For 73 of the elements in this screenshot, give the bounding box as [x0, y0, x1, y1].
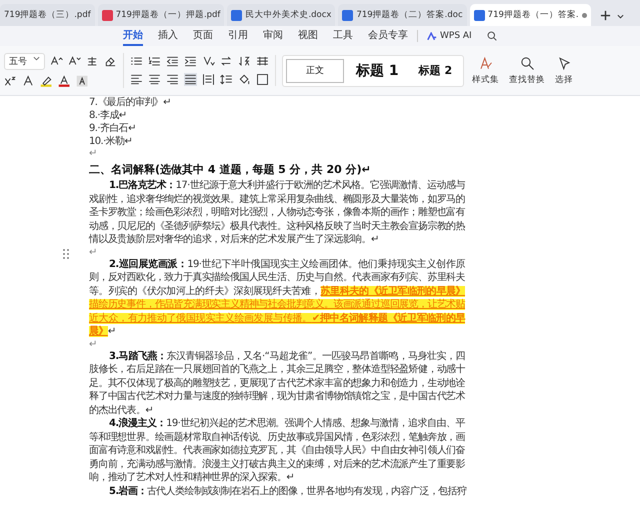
brush-letter-icon: [478, 56, 494, 70]
ribbon-tab[interactable]: 引用: [228, 26, 248, 46]
search-icon[interactable]: [486, 31, 497, 41]
document-tab[interactable]: 719押题卷（三）.pdf: [0, 4, 95, 26]
tab-label: 719押题卷（三）.pdf: [4, 9, 91, 21]
word-file-icon: [342, 10, 354, 20]
paragraph-mark: ↵: [89, 148, 98, 159]
border-icon[interactable]: [256, 73, 269, 86]
word-file-icon: [231, 10, 242, 20]
phonetic-icon[interactable]: [86, 55, 99, 68]
ribbon-tab[interactable]: 页面: [193, 26, 213, 46]
search-icon: [520, 56, 535, 70]
ribbon-tab[interactable]: 视图: [298, 26, 318, 46]
tab-label: 民大中外美术史.docx: [245, 9, 332, 21]
chevron-down-icon[interactable]: [616, 13, 624, 20]
columns-icon[interactable]: [256, 55, 269, 68]
definition-paragraph: 3.马踏飞燕：东汉青铜器珍品，又名·“马超龙雀”。一匹骏马昂首嘶鸣，马身壮实，四肢修长，右后足踏在一只展翅回首的飞燕之上，其余三足腾空，整体造型轻盈矫健，动感十足。其不仅体现了极高的雕塑技艺，更展现了古代艺术家丰富的想象力和创造力，生动地诠释了中国古代艺术对力量与速度的独特理解，现为甘肃省博物馆镇馆之宝，是中国古代艺术的杰出代表。↵: [89, 350, 465, 417]
ribbon-button[interactable]: 样式集: [470, 56, 502, 86]
paint-bucket-icon[interactable]: [238, 73, 251, 86]
paragraph-mark: ↵: [89, 338, 98, 350]
definition-paragraph: 1.巴洛克艺术：17·世纪源于意大利并盛行于欧洲的艺术风格。它强调激情、运动感与戏剧性，追求奢华绚烂的视觉效果。建筑上常采用复杂曲线、椭圆形及大量装饰，如罗马的圣卡罗教堂；绘画色彩浓烈，明暗对比强烈，人物动态夸张，像鲁本斯的画作；雕塑也富有动感，贝尼尼的《圣德列萨祭坛》极具代表性。这种风格反映了当时天主教会宣扬宗教的热情以及贵族阶层对奢华的追求，对后来的艺术发展产生了深远影响。↵: [89, 179, 465, 246]
document-tab[interactable]: 民大中外美术史.docx: [227, 4, 336, 26]
list-item: 8.·李成↵: [89, 109, 128, 122]
indent-icon[interactable]: [184, 55, 197, 68]
text-effect-icon[interactable]: [22, 75, 35, 88]
numbered-list-icon[interactable]: [148, 55, 161, 68]
drag-handle-icon[interactable]: [62, 248, 70, 260]
ribbon-button[interactable]: 选择: [553, 56, 576, 86]
tab-label: 719押题卷（一）押题.pdf: [116, 9, 220, 21]
word-file-icon: [474, 10, 485, 20]
document-tab[interactable]: 719押题卷（一）押题.pdf: [98, 4, 224, 26]
definition-paragraph: 5.岩画：古代人类绘制或刻制在岩石上的图像，世界各地均有发现，内容广泛，包括狩: [108, 484, 465, 498]
swap-icon[interactable]: [220, 55, 233, 68]
list-item: 9.·齐白石↵: [89, 122, 137, 135]
eraser-icon[interactable]: [104, 55, 117, 68]
font-size-dropdown[interactable]: 五号: [4, 53, 45, 70]
pointer-icon: [556, 56, 572, 70]
ai-button[interactable]: WPS AI: [427, 31, 472, 41]
outdent-icon[interactable]: [166, 55, 179, 68]
style-option[interactable]: 标题 2: [410, 58, 460, 82]
section-heading: 二、名词解释(选做其中 4 道题，每题 5 分，共 20 分)↵: [89, 162, 372, 177]
document-tab[interactable]: 719押题卷（二）答案.doc: [338, 4, 467, 26]
style-option[interactable]: 标题 1: [348, 58, 407, 82]
align-left-icon[interactable]: [130, 73, 143, 86]
line-spacing-icon[interactable]: [220, 73, 233, 86]
unsaved-dot-icon: [582, 12, 587, 18]
ribbon-tab[interactable]: 审阅: [263, 26, 283, 46]
ai-logo-icon: [427, 32, 437, 40]
distributed-icon[interactable]: [202, 73, 215, 86]
list-item: 7.《最后的审判》↵: [89, 96, 172, 109]
font-color-icon[interactable]: [58, 75, 71, 88]
sort-icon[interactable]: [238, 55, 251, 68]
paragraph-mark: ↵: [89, 246, 98, 258]
list-item: 10.·米勒↵: [89, 135, 134, 148]
text-direction-icon[interactable]: [202, 55, 215, 68]
pdf-file-icon: [102, 10, 113, 20]
ribbon-tab[interactable]: 会员专享: [368, 26, 408, 46]
align-center-icon[interactable]: [148, 73, 161, 86]
superscript-icon[interactable]: [4, 75, 17, 88]
style-option[interactable]: 正文: [286, 58, 344, 82]
ribbon-tab[interactable]: 插入: [158, 26, 178, 46]
document-tab[interactable]: 719押题卷（一）答案.: [470, 4, 591, 26]
justify-icon[interactable]: [184, 73, 197, 86]
highlighter-icon[interactable]: [40, 75, 53, 88]
chevron-down-icon: [33, 55, 40, 62]
definition-paragraph: 4.浪漫主义：19·世纪初兴起的艺术思潮。强调个人情感、想象与激情，追求自由、平等和理想世界。绘画题材常取自神话传说、历史故事或异国风情，色彩浓烈，笔触奔放，画面富有诗意和戏剧性。代表画家如德拉克罗瓦，其《自由领导人民》中自由女神引领人们奋勇向前，充满动感与激情。浪漫主义打破古典主义的束缚，对后来的艺术流派产生了重要影响，推动了艺术对人性和精神世界的深入探索。↵: [89, 417, 465, 484]
ribbon-button[interactable]: 查找替换: [507, 56, 548, 86]
new-tab-icon[interactable]: [600, 10, 611, 21]
align-right-icon[interactable]: [166, 73, 179, 86]
character-shading-icon[interactable]: [76, 75, 89, 88]
tab-label: 719押题卷（二）答案.doc: [356, 9, 463, 21]
ribbon-tab[interactable]: 工具: [333, 26, 353, 46]
tab-label: 719押题卷（一）答案.: [488, 9, 579, 21]
